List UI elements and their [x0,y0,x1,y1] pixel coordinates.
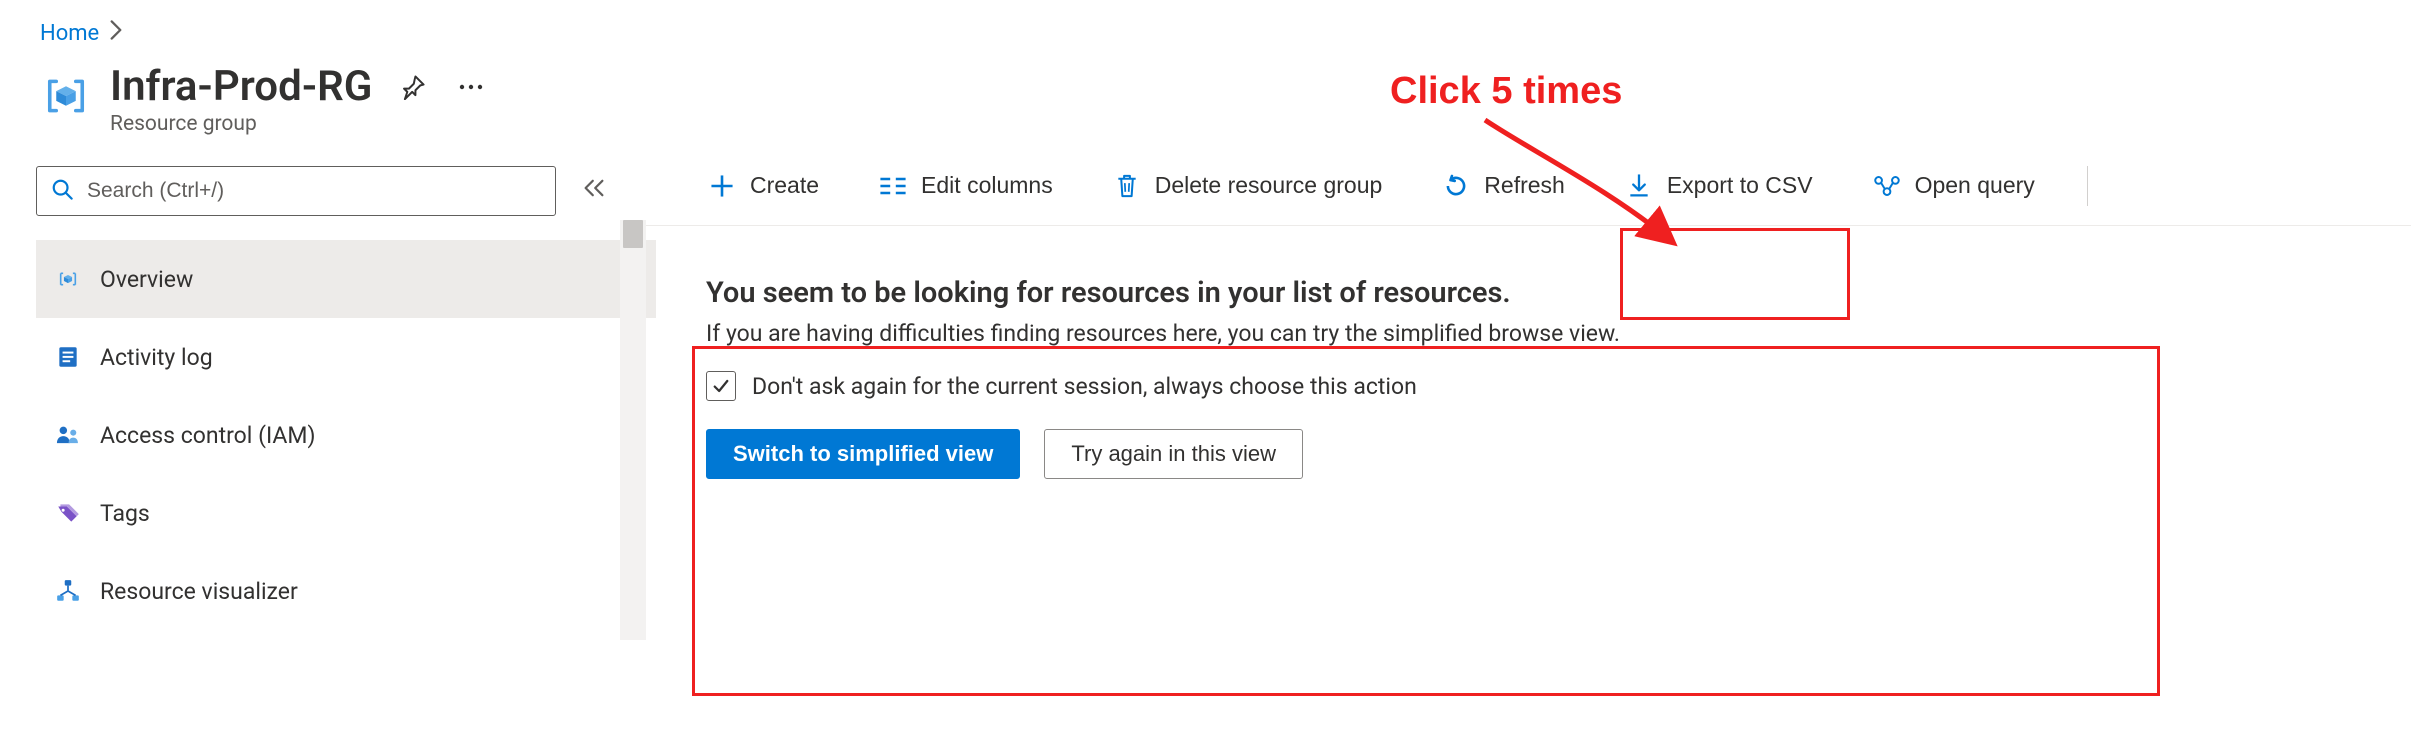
columns-icon [879,172,907,200]
sidebar-item-resource-visualizer[interactable]: Resource visualizer [36,552,656,630]
sidebar-item-label: Activity log [100,344,213,371]
sidebar-search-input[interactable] [85,178,541,204]
sidebar-item-overview[interactable]: Overview [36,240,656,318]
collapse-sidebar-button[interactable] [574,173,614,209]
checkbox-icon[interactable] [706,371,736,401]
chevron-right-icon [109,20,123,46]
plus-icon [708,172,736,200]
sidebar-search[interactable] [36,166,556,216]
refresh-button[interactable]: Refresh [1434,162,1573,210]
resources-prompt-card: You seem to be looking for resources in … [676,252,2156,509]
toolbar-label: Edit columns [921,172,1053,199]
create-button[interactable]: Create [700,162,827,210]
sidebar: Overview Activity log Access control (IA… [0,146,620,630]
query-icon [1873,172,1901,200]
tag-icon [54,499,82,527]
page-header: Infra-Prod-RG Resource group [0,46,2411,146]
sidebar-item-tags[interactable]: Tags [36,474,656,552]
page-subtitle: Resource group [110,112,488,136]
toolbar-separator [2087,166,2088,206]
toolbar-label: Export to CSV [1667,172,1813,199]
sidebar-item-iam[interactable]: Access control (IAM) [36,396,656,474]
pin-button[interactable] [396,70,430,104]
resource-group-icon [40,70,92,122]
iam-icon [54,421,82,449]
export-csv-button[interactable]: Export to CSV [1617,162,1821,210]
scrollbar[interactable] [620,220,646,640]
toolbar-label: Delete resource group [1155,172,1383,199]
breadcrumb: Home [0,0,2411,46]
rg-mini-icon [54,265,82,293]
sidebar-item-label: Access control (IAM) [100,422,316,449]
prompt-title: You seem to be looking for resources in … [706,276,2126,310]
main-pane: Create Edit columns [620,146,2411,509]
prompt-checkbox-row[interactable]: Don't ask again for the current session,… [706,371,2126,401]
open-query-button[interactable]: Open query [1865,162,2043,210]
download-icon [1625,172,1653,200]
prompt-description: If you are having difficulties finding r… [706,320,2126,347]
breadcrumb-home[interactable]: Home [40,21,99,46]
edit-columns-button[interactable]: Edit columns [871,162,1061,210]
search-icon [51,178,73,204]
trash-icon [1113,172,1141,200]
delete-rg-button[interactable]: Delete resource group [1105,162,1391,210]
more-button[interactable] [454,78,488,96]
prompt-checkbox-label: Don't ask again for the current session,… [752,373,1417,400]
sidebar-item-label: Overview [100,266,193,293]
toolbar: Create Edit columns [620,164,2411,226]
scrollbar-thumb[interactable] [623,220,643,248]
sidebar-menu: Overview Activity log Access control (IA… [36,240,656,630]
refresh-icon [1442,172,1470,200]
visualizer-icon [54,577,82,605]
sidebar-item-activity-log[interactable]: Activity log [36,318,656,396]
switch-simplified-view-button[interactable]: Switch to simplified view [706,429,1020,479]
sidebar-item-label: Resource visualizer [100,578,298,605]
page-title: Infra-Prod-RG [110,64,372,110]
log-icon [54,343,82,371]
try-again-button[interactable]: Try again in this view [1044,429,1303,479]
toolbar-label: Refresh [1484,172,1565,199]
toolbar-label: Open query [1915,172,2035,199]
toolbar-label: Create [750,172,819,199]
sidebar-item-label: Tags [100,500,150,527]
